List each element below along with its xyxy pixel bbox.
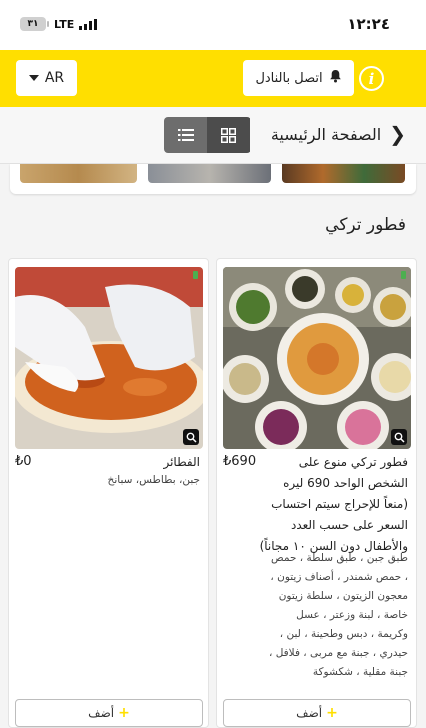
nav-bar: ❮ الصفحة الرئيسية xyxy=(0,107,426,164)
item-description: جبن، بطاطس، سبانخ xyxy=(107,474,200,486)
call-waiter-button[interactable]: اتصل بالنادل xyxy=(243,60,354,96)
page-title-row[interactable]: ❮ الصفحة الرئيسية xyxy=(271,124,406,144)
menu-item-card[interactable]: ₺0 الفطائر جبن، بطاطس، سبانخ + أضف xyxy=(8,258,209,728)
add-label: أضف xyxy=(88,706,115,720)
item-name: الفطائر xyxy=(163,455,200,469)
status-badge xyxy=(193,271,198,279)
section-title: فطور تركي xyxy=(325,215,406,235)
item-image[interactable] xyxy=(15,267,203,449)
zoom-icon[interactable] xyxy=(183,429,199,445)
item-name: فطور تركي منوع على الشخص الواحد 690 ليره… xyxy=(259,455,408,553)
item-price: ₺690 xyxy=(223,454,257,469)
battery-level: ٣١ xyxy=(20,17,46,31)
language-label: AR xyxy=(44,70,65,86)
grid-view-icon xyxy=(221,127,236,143)
grid-view-button[interactable] xyxy=(207,117,250,153)
chevron-down-icon xyxy=(28,75,39,81)
status-badge xyxy=(401,271,406,279)
menu-item-card[interactable]: ₺690 فطور تركي منوع على الشخص الواحد 690… xyxy=(216,258,417,728)
view-toggle xyxy=(164,117,251,153)
page-title: الصفحة الرئيسية xyxy=(270,124,382,144)
battery-icon: ٣١ xyxy=(20,17,49,31)
category-image[interactable] xyxy=(148,164,271,183)
category-image[interactable] xyxy=(20,164,137,183)
call-waiter-label: اتصل بالنادل xyxy=(255,70,323,86)
network-type: LTE xyxy=(54,17,75,31)
category-image[interactable] xyxy=(282,164,405,183)
item-price: ₺0 xyxy=(15,454,32,469)
status-bar: ٣١ LTE ١٢:٢٤ xyxy=(0,0,426,50)
add-to-cart-button[interactable]: + أضف xyxy=(223,699,411,727)
back-chevron-icon[interactable]: ❮ xyxy=(389,124,406,144)
category-strip[interactable] xyxy=(10,164,416,194)
item-description: طبق جبن ، طبق سلطة ، حمص ، حمص شمندر ، أ… xyxy=(268,552,408,678)
info-icon[interactable]: i xyxy=(359,66,384,91)
signal-icon xyxy=(79,18,98,30)
list-view-button[interactable] xyxy=(164,117,207,153)
clock: ١٢:٢٤ xyxy=(347,15,390,33)
list-view-icon xyxy=(177,129,194,141)
bell-icon xyxy=(329,69,342,87)
item-image[interactable] xyxy=(223,267,411,449)
zoom-icon[interactable] xyxy=(391,429,407,445)
add-label: أضف xyxy=(296,706,323,720)
language-selector[interactable]: AR xyxy=(16,60,77,96)
status-indicators: ٣١ LTE xyxy=(20,17,98,31)
add-to-cart-button[interactable]: + أضف xyxy=(15,699,203,727)
plus-icon: + xyxy=(118,705,130,721)
plus-icon: + xyxy=(326,705,338,721)
